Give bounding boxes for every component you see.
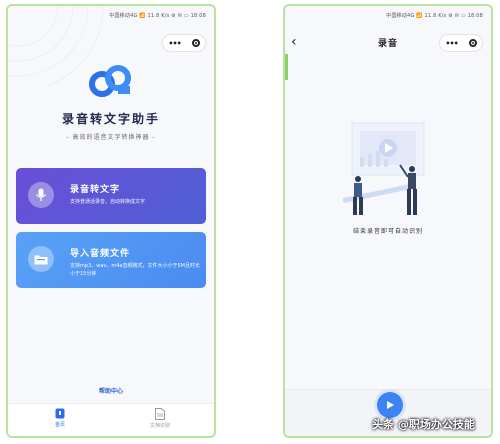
status-bar: 中国移动4G 📶 11.8 K/s ⚙ ✉ ▭ 18:08 (109, 13, 206, 19)
document-icon (155, 408, 165, 420)
microphone-icon (28, 182, 54, 208)
app-subtitle: - 高效的语音文字转换神器 - (66, 134, 156, 141)
mini-program-capsule[interactable]: ••• (162, 34, 206, 52)
status-bar: 中国移动4G 📶 11.8 K/s ⚙ ✉ ▭ 18:08 (386, 13, 483, 19)
card-description: 支持普通话录音，自动转换成文字 (70, 199, 146, 205)
play-icon (387, 401, 394, 409)
import-audio-card[interactable]: 导入音频文件 支持mp3、wav、m4a音频格式，文件大小小于5M且时长小于15… (16, 232, 206, 288)
tab-bar: 首页 文档识别 (8, 403, 214, 436)
watermark: 头条 @职场办公技能 (372, 418, 475, 431)
close-target-icon[interactable] (191, 39, 200, 47)
tab-document-recognition[interactable]: 文档识别 (130, 408, 190, 429)
help-center-link[interactable]: 帮助中心 (8, 386, 214, 395)
card-title: 导入音频文件 (70, 249, 131, 259)
tab-label: 文档识别 (149, 423, 170, 429)
card-description: 支持mp3、wav、m4a音频格式，文件大小小于5M且时长小于15分钟 (70, 263, 200, 277)
tab-home[interactable]: 首页 (30, 408, 90, 428)
close-target-icon[interactable] (468, 39, 477, 47)
start-recording-button[interactable] (377, 392, 403, 418)
mini-program-capsule[interactable]: ••• (439, 34, 483, 52)
record-to-text-card[interactable]: 录音转文字 支持普通话录音，自动转换成文字 (16, 168, 206, 224)
recording-hint: 结束录音即可自动识别 (352, 228, 423, 235)
edge-marker (285, 54, 288, 80)
recording-screen: 中国移动4G 📶 11.8 K/s ⚙ ✉ ▭ 18:08 ‹ 录音 ••• 结… (283, 4, 493, 438)
folder-icon (28, 246, 54, 272)
video-presentation-illustration-icon (342, 122, 425, 215)
card-title: 录音转文字 (70, 185, 121, 195)
app-logo-icon (89, 65, 131, 97)
tab-label: 首页 (54, 422, 65, 428)
more-icon[interactable]: ••• (168, 39, 181, 48)
home-screen: 中国移动4G 📶 11.8 K/s ⚙ ✉ ▭ 18:08 ••• 录音转文字助… (6, 4, 216, 438)
home-icon (55, 408, 65, 419)
more-icon[interactable]: ••• (445, 39, 458, 48)
app-title: 录音转文字助手 (61, 112, 160, 126)
